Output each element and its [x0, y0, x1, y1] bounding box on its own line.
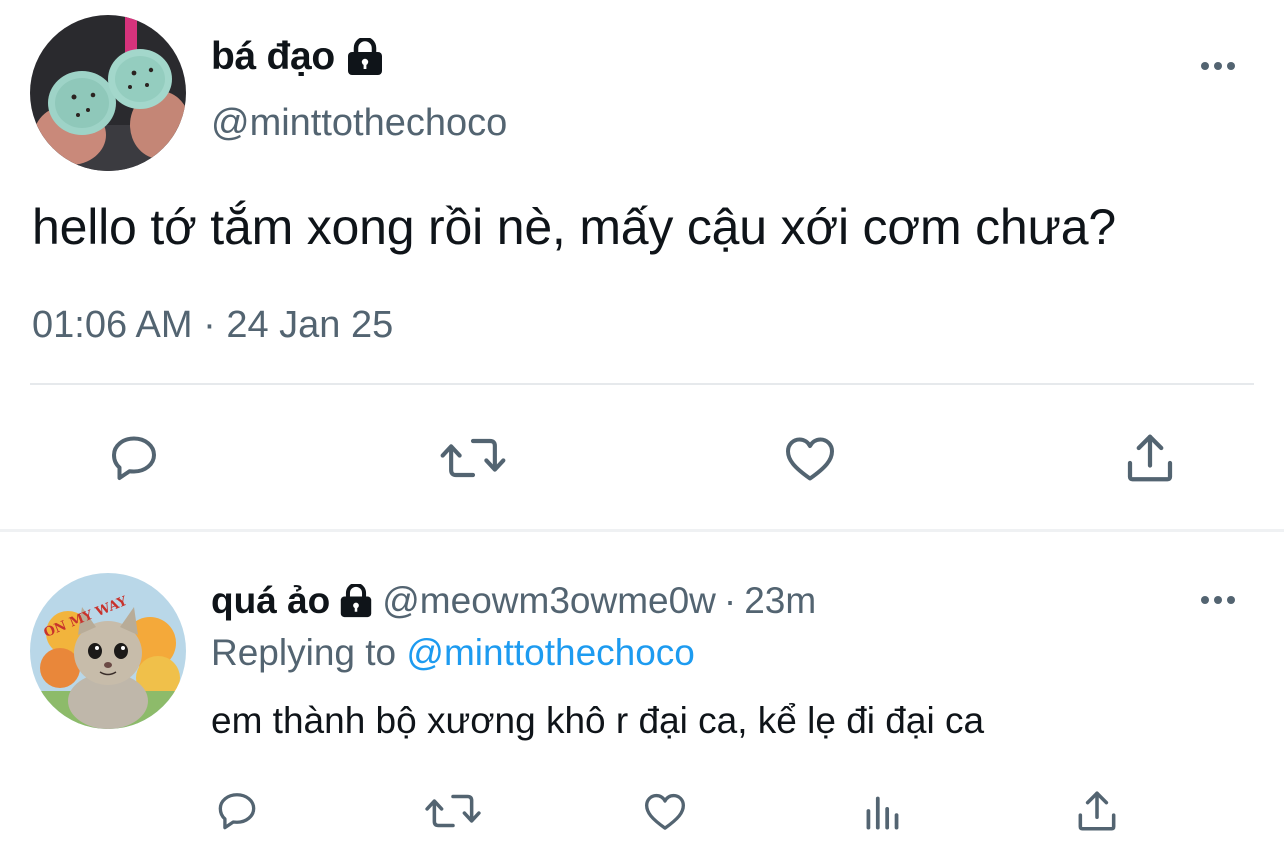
more-icon[interactable] [1201, 62, 1235, 70]
avatar[interactable]: ON MY WAY [30, 573, 186, 729]
retweet-icon [425, 794, 481, 828]
tweet-timestamp[interactable]: 01:06 AM · 24 Jan 25 [32, 304, 393, 347]
replying-to: Replying to @minttothechoco [211, 632, 695, 674]
tweet-text: em thành bộ xương khô r đại ca, kể lẹ đi… [211, 700, 985, 741]
share-icon [1078, 791, 1116, 831]
tweet-time[interactable]: 23m [744, 580, 816, 622]
retweet-button[interactable] [424, 786, 482, 836]
divider [0, 529, 1284, 532]
share-button[interactable] [1120, 428, 1180, 488]
lock-icon [338, 584, 374, 618]
tweet-text: hello tớ tắm xong rồi nè, mấy cậu xới cơ… [32, 199, 1116, 255]
share-icon [1127, 434, 1173, 482]
author-handle[interactable]: @minttothechoco [211, 102, 507, 145]
tweet-thread: bá đạo @minttothechoco hello tớ tắm xong… [0, 0, 1284, 849]
more-icon[interactable] [1201, 596, 1235, 604]
reply-icon [218, 793, 256, 830]
display-name[interactable]: quá ảo [211, 580, 330, 622]
like-button[interactable] [640, 786, 690, 836]
lock-icon [345, 38, 385, 76]
retweet-button[interactable] [439, 428, 507, 488]
share-button[interactable] [1072, 786, 1122, 836]
author-handle[interactable]: @meowm3owme0w [382, 580, 716, 622]
stats-icon [866, 796, 899, 830]
avatar[interactable] [30, 15, 186, 171]
like-button[interactable] [780, 428, 840, 488]
separator: · [723, 580, 737, 621]
like-icon [786, 437, 834, 481]
retweet-icon [440, 438, 506, 478]
divider [30, 383, 1254, 385]
author-row: bá đạo [211, 35, 385, 79]
replying-label: Replying to [211, 632, 397, 673]
display-name[interactable]: bá đạo [211, 35, 335, 79]
reply-author-row: quá ảo @meowm3owme0w · 23m [211, 580, 816, 622]
like-icon [645, 793, 685, 830]
replying-to-link[interactable]: @minttothechoco [406, 632, 694, 673]
stats-button[interactable] [858, 786, 908, 836]
reply-button[interactable] [104, 428, 164, 488]
reply-icon [112, 436, 156, 480]
reply-button[interactable] [212, 786, 262, 836]
